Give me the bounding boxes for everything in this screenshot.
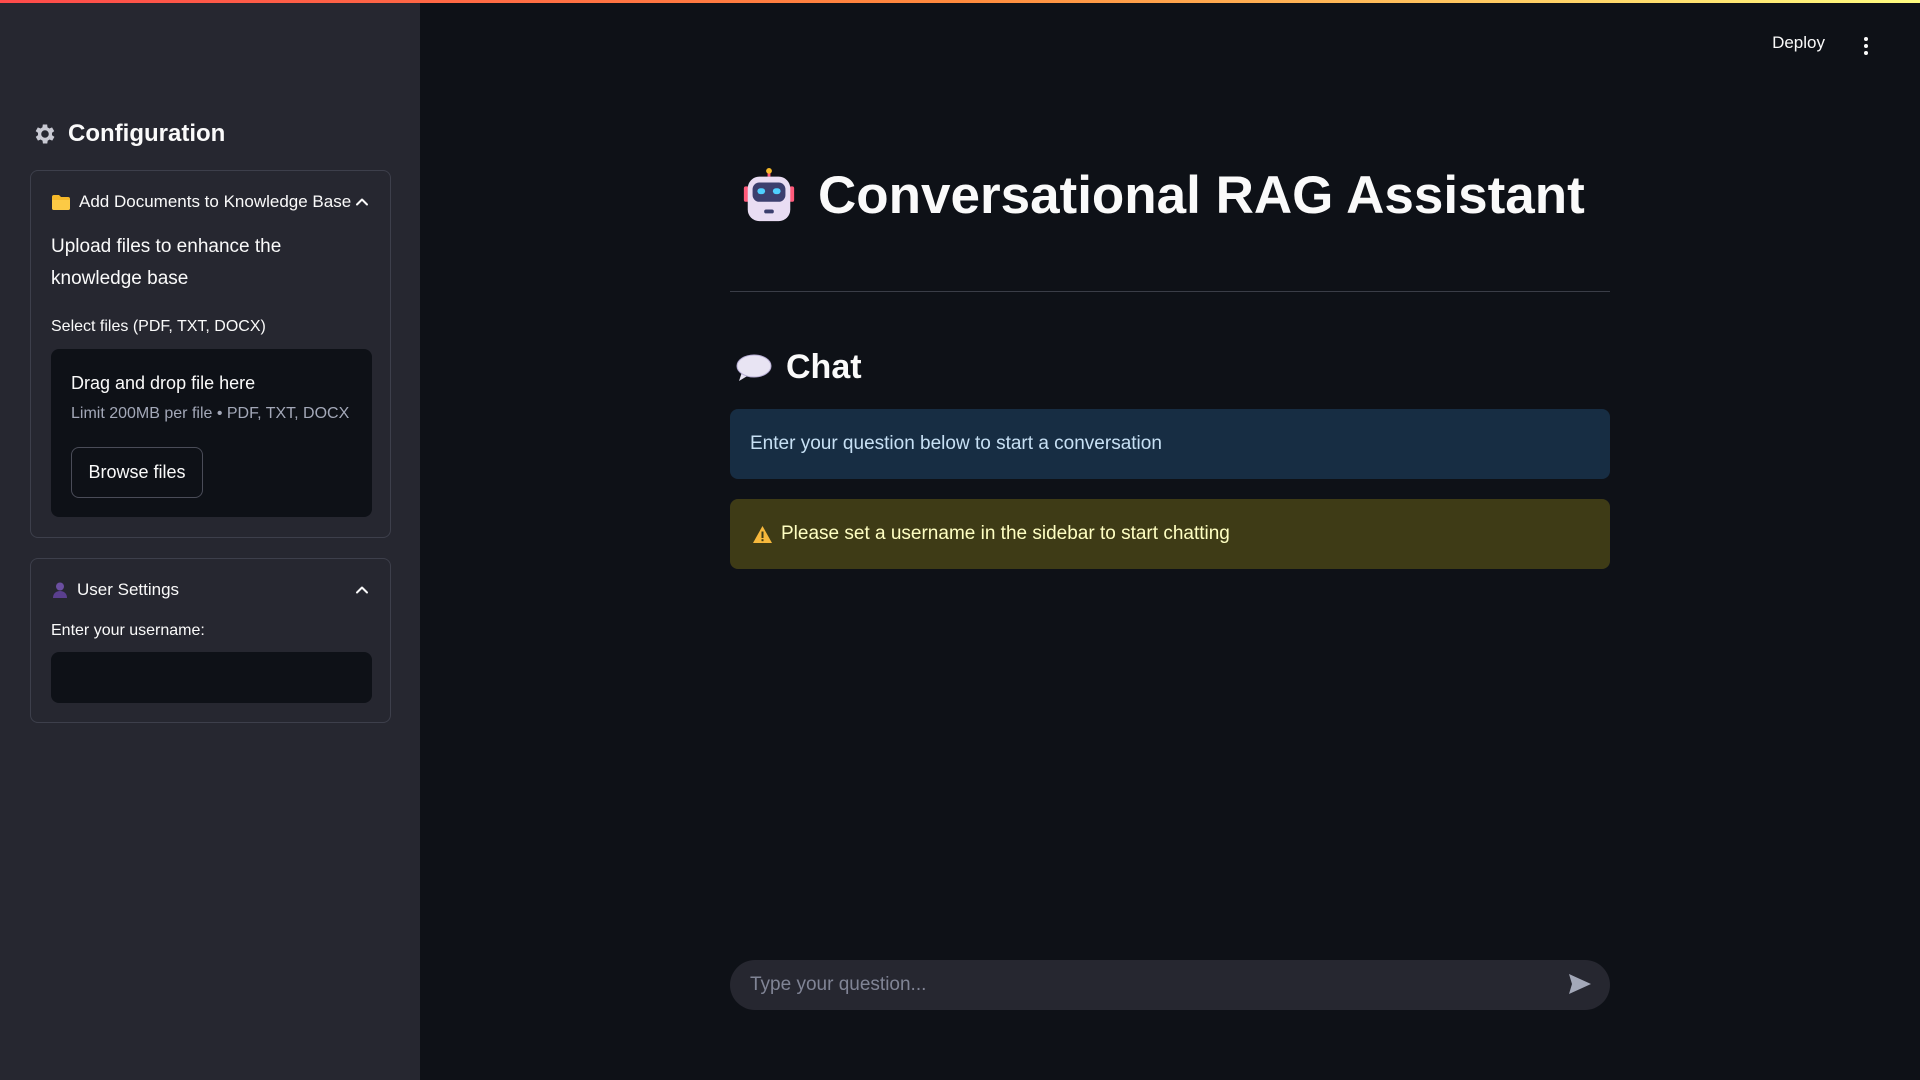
kebab-menu-icon[interactable]: [1854, 34, 1878, 58]
info-alert-text: Enter your question below to start a con…: [750, 433, 1162, 454]
user-settings-expander: User Settings Enter your username:: [30, 558, 391, 723]
user-settings-label: User Settings: [77, 580, 180, 599]
send-icon: [1569, 974, 1591, 994]
username-label: Enter your username:: [51, 622, 205, 639]
info-alert: Enter your question below to start a con…: [730, 409, 1610, 479]
dropzone-title: Drag and drop file here: [71, 373, 256, 393]
sidebar: Configuration Add Documents to Knowledge…: [0, 0, 420, 1080]
warning-alert: Please set a username in the sidebar to …: [730, 499, 1610, 569]
file-select-label: Select files (PDF, TXT, DOCX): [51, 318, 266, 335]
top-decoration-bar: [0, 0, 1920, 3]
documents-expander-header[interactable]: Add Documents to Knowledge Base: [51, 188, 370, 216]
send-button[interactable]: [1566, 972, 1594, 998]
sidebar-title-text: Configuration: [68, 120, 226, 147]
sidebar-title: Configuration: [32, 120, 225, 148]
chat-heading-text: Chat: [786, 348, 862, 386]
upload-description: Upload files to enhance the knowledge ba…: [51, 236, 282, 289]
page-title-text: Conversational RAG Assistant: [818, 166, 1585, 225]
user-icon: [53, 582, 67, 598]
warning-alert-text: Please set a username in the sidebar to …: [781, 523, 1230, 544]
divider: [730, 291, 1610, 292]
warning-icon: [753, 525, 772, 543]
dropzone-limit: Limit 200MB per file • PDF, TXT, DOCX: [71, 405, 350, 422]
browse-files-button[interactable]: Browse files: [71, 447, 203, 498]
deploy-button[interactable]: Deploy: [1772, 33, 1825, 53]
robot-icon: [743, 167, 795, 221]
chat-heading: Chat: [736, 348, 862, 387]
file-dropzone[interactable]: Drag and drop file here Limit 200MB per …: [51, 349, 372, 517]
username-input[interactable]: [51, 652, 372, 703]
chevron-up-icon[interactable]: [354, 194, 370, 210]
page-title: Conversational RAG Assistant: [740, 165, 1585, 226]
chat-input-container: [730, 960, 1610, 1010]
documents-expander-label: Add Documents to Knowledge Base: [79, 192, 352, 211]
chat-input[interactable]: [730, 960, 1550, 1010]
folder-icon: [52, 194, 70, 210]
gear-icon: [35, 124, 55, 144]
user-settings-expander-header[interactable]: User Settings: [51, 576, 370, 604]
documents-expander: Add Documents to Knowledge Base Upload f…: [30, 170, 391, 538]
chevron-up-icon[interactable]: [354, 582, 370, 598]
speech-bubble-icon: [736, 354, 772, 381]
